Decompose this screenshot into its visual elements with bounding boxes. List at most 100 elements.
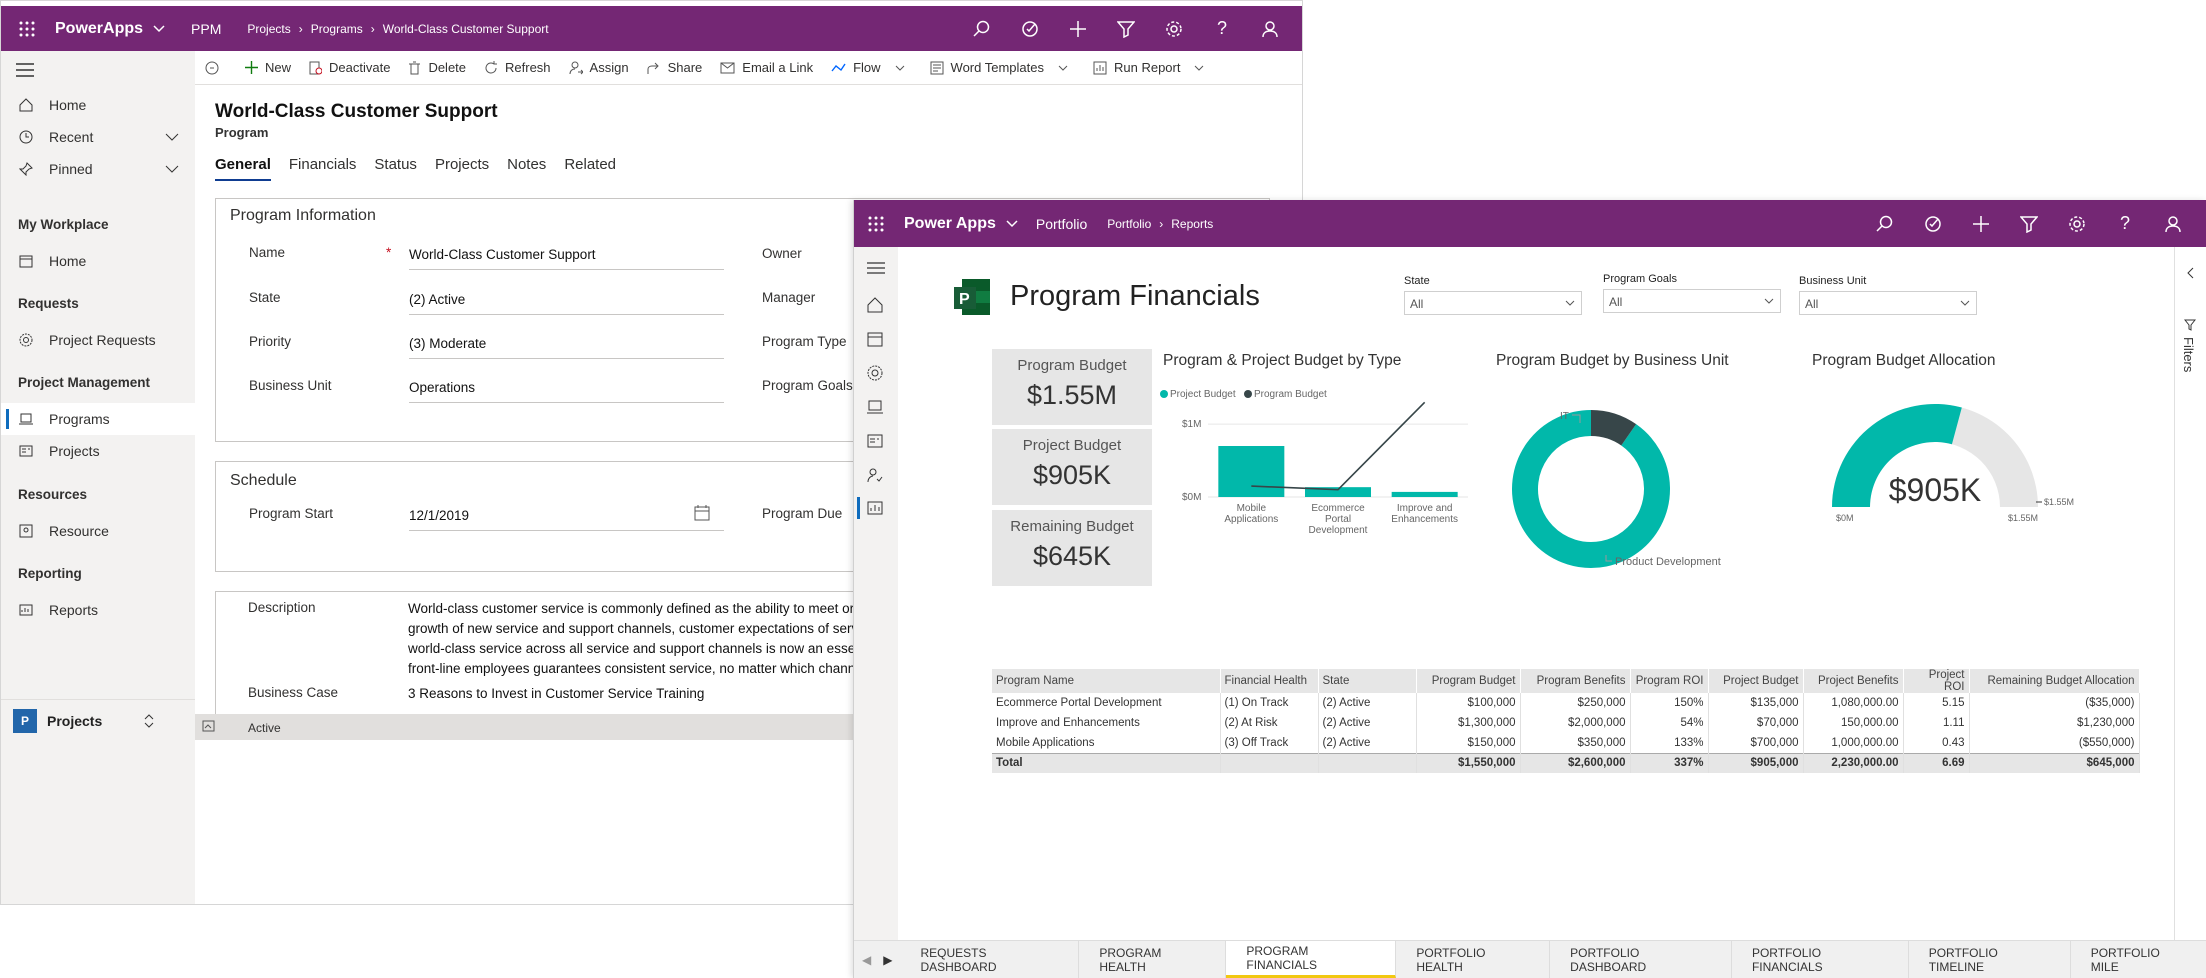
report-page-tab[interactable]: PROGRAM FINANCIALS <box>1226 941 1397 978</box>
state-field[interactable]: (2) Active <box>409 292 465 307</box>
chevron-left-icon[interactable] <box>2186 267 2194 279</box>
description-field[interactable]: World-class customer service is commonly… <box>408 599 858 679</box>
sidebar-item-workplace-home[interactable]: Home <box>1 245 195 277</box>
tab-status[interactable]: Status <box>374 156 417 181</box>
report-page-tab[interactable]: REQUESTS DASHBOARD <box>900 941 1080 978</box>
app-launcher-icon[interactable] <box>868 216 884 232</box>
new-button[interactable]: New <box>236 51 300 84</box>
column-header[interactable]: Program Budget <box>1416 669 1521 693</box>
card-icon[interactable] <box>867 433 883 449</box>
plus-icon[interactable] <box>1054 20 1102 38</box>
filters-pane[interactable]: Filters <box>2174 247 2206 978</box>
column-header[interactable]: Project ROI <box>1903 669 1970 693</box>
task-icon[interactable] <box>1909 215 1957 233</box>
hamburger-icon[interactable] <box>867 262 885 274</box>
help-icon[interactable]: ? <box>2101 213 2149 234</box>
priority-field[interactable]: (3) Moderate <box>409 336 486 351</box>
report-page-tab[interactable]: PROGRAM HEALTH <box>1079 941 1227 978</box>
name-field[interactable]: World-Class Customer Support <box>409 247 596 262</box>
column-header[interactable]: State <box>1318 669 1417 693</box>
flow-button[interactable]: Flow <box>822 51 920 84</box>
app-launcher-icon[interactable] <box>19 21 35 37</box>
column-header[interactable]: Program ROI <box>1630 669 1709 693</box>
column-header[interactable]: Remaining Budget Allocation <box>1969 669 2140 693</box>
sidebar-item-pinned[interactable]: Pinned <box>1 153 195 185</box>
app-name[interactable]: PowerApps <box>55 20 143 38</box>
hamburger-icon[interactable] <box>16 63 34 77</box>
app-switch-chevron-icon[interactable] <box>153 24 165 33</box>
table-total-row[interactable]: Total $1,550,000 $2,600,000 337% $905,000 2,2… <box>992 752 2140 773</box>
resource-icon[interactable] <box>867 467 883 483</box>
next-page-icon[interactable]: ▶ <box>879 953 900 967</box>
tab-general[interactable]: General <box>215 156 271 181</box>
chevron-down-icon[interactable] <box>165 165 179 173</box>
calendar-icon[interactable] <box>694 505 710 521</box>
share-button[interactable]: Share <box>638 51 712 84</box>
column-header[interactable]: Project Budget <box>1708 669 1804 693</box>
badge-icon[interactable] <box>867 365 883 381</box>
search-icon[interactable] <box>1861 215 1909 233</box>
home-icon[interactable] <box>867 297 883 313</box>
laptop-icon[interactable] <box>867 399 883 415</box>
business-unit-dropdown[interactable]: All <box>1799 291 1977 315</box>
report-page-tab[interactable]: PORTFOLIO MILE <box>2071 941 2206 978</box>
report-icon[interactable] <box>867 500 883 516</box>
user-icon[interactable] <box>2149 215 2197 233</box>
area-switcher[interactable]: P Projects <box>1 699 195 741</box>
column-header[interactable]: Project Benefits <box>1803 669 1904 693</box>
program-goals-dropdown[interactable]: All <box>1603 289 1781 313</box>
breadcrumb-item[interactable]: Portfolio <box>1107 217 1151 231</box>
task-icon[interactable] <box>1006 20 1054 38</box>
sidebar-item-resource[interactable]: Resource <box>1 515 195 547</box>
report-page-tab[interactable]: PORTFOLIO HEALTH <box>1396 941 1551 978</box>
refresh-button[interactable]: Refresh <box>475 51 560 84</box>
report-page-tab[interactable]: PORTFOLIO FINANCIALS <box>1732 941 1909 978</box>
user-icon[interactable] <box>1246 20 1294 38</box>
settings-icon[interactable] <box>2053 215 2101 233</box>
table-row[interactable]: Mobile Applications (3) Off Track (2) Acti… <box>992 733 2140 753</box>
breadcrumb-item[interactable]: World-Class Customer Support <box>383 22 549 36</box>
deactivate-button[interactable]: Deactivate <box>300 51 399 84</box>
run-report-button[interactable]: Run Report <box>1084 51 1220 84</box>
table-row[interactable]: Improve and Enhancements (2) At Risk (2) A… <box>992 713 2140 733</box>
column-header[interactable]: Financial Health <box>1220 669 1319 693</box>
column-header[interactable]: Program Benefits <box>1520 669 1631 693</box>
filter-icon[interactable] <box>2005 215 2053 233</box>
sidebar-item-reports[interactable]: Reports <box>1 594 195 626</box>
form-info-icon[interactable] <box>195 51 236 84</box>
business-unit-field[interactable]: Operations <box>409 380 475 395</box>
program-start-field[interactable]: 12/1/2019 <box>409 508 469 523</box>
help-icon[interactable]: ? <box>1198 18 1246 39</box>
breadcrumb-item[interactable]: Reports <box>1171 217 1213 231</box>
sidebar-item-home[interactable]: Home <box>1 89 195 121</box>
assign-button[interactable]: Assign <box>560 51 638 84</box>
breadcrumb-item[interactable]: Programs <box>311 22 363 36</box>
report-page-tab[interactable]: PORTFOLIO DASHBOARD <box>1550 941 1732 978</box>
prev-page-icon[interactable]: ◀ <box>854 953 879 967</box>
tab-financials[interactable]: Financials <box>289 156 357 181</box>
plus-icon[interactable] <box>1957 215 2005 233</box>
search-icon[interactable] <box>958 20 1006 38</box>
sidebar-item-programs[interactable]: Programs <box>1 403 195 435</box>
sidebar-item-recent[interactable]: Recent <box>1 121 195 153</box>
delete-button[interactable]: Delete <box>399 51 475 84</box>
sidebar-item-projects[interactable]: Projects <box>1 435 195 467</box>
tab-notes[interactable]: Notes <box>507 156 546 181</box>
column-header[interactable]: Program Name <box>992 669 1221 693</box>
chevron-down-icon[interactable] <box>165 133 179 141</box>
email-link-button[interactable]: Email a Link <box>711 51 822 84</box>
app-name[interactable]: Power Apps <box>904 215 996 233</box>
app-switch-chevron-icon[interactable] <box>1006 219 1018 228</box>
tab-projects[interactable]: Projects <box>435 156 489 181</box>
breadcrumb-item[interactable]: Projects <box>247 22 290 36</box>
sidebar-item-project-requests[interactable]: Project Requests <box>1 324 195 356</box>
table-row[interactable]: Ecommerce Portal Development (1) On Track… <box>992 693 2140 713</box>
filter-icon[interactable] <box>1102 20 1150 38</box>
report-page-tab[interactable]: PORTFOLIO TIMELINE <box>1909 941 2071 978</box>
settings-icon[interactable] <box>1150 20 1198 38</box>
business-case-field[interactable]: 3 Reasons to Invest in Customer Service … <box>408 686 704 701</box>
tab-related[interactable]: Related <box>564 156 616 181</box>
calendar-icon[interactable] <box>867 331 883 347</box>
word-templates-button[interactable]: Word Templates <box>921 51 1084 84</box>
state-dropdown[interactable]: All <box>1404 291 1582 315</box>
